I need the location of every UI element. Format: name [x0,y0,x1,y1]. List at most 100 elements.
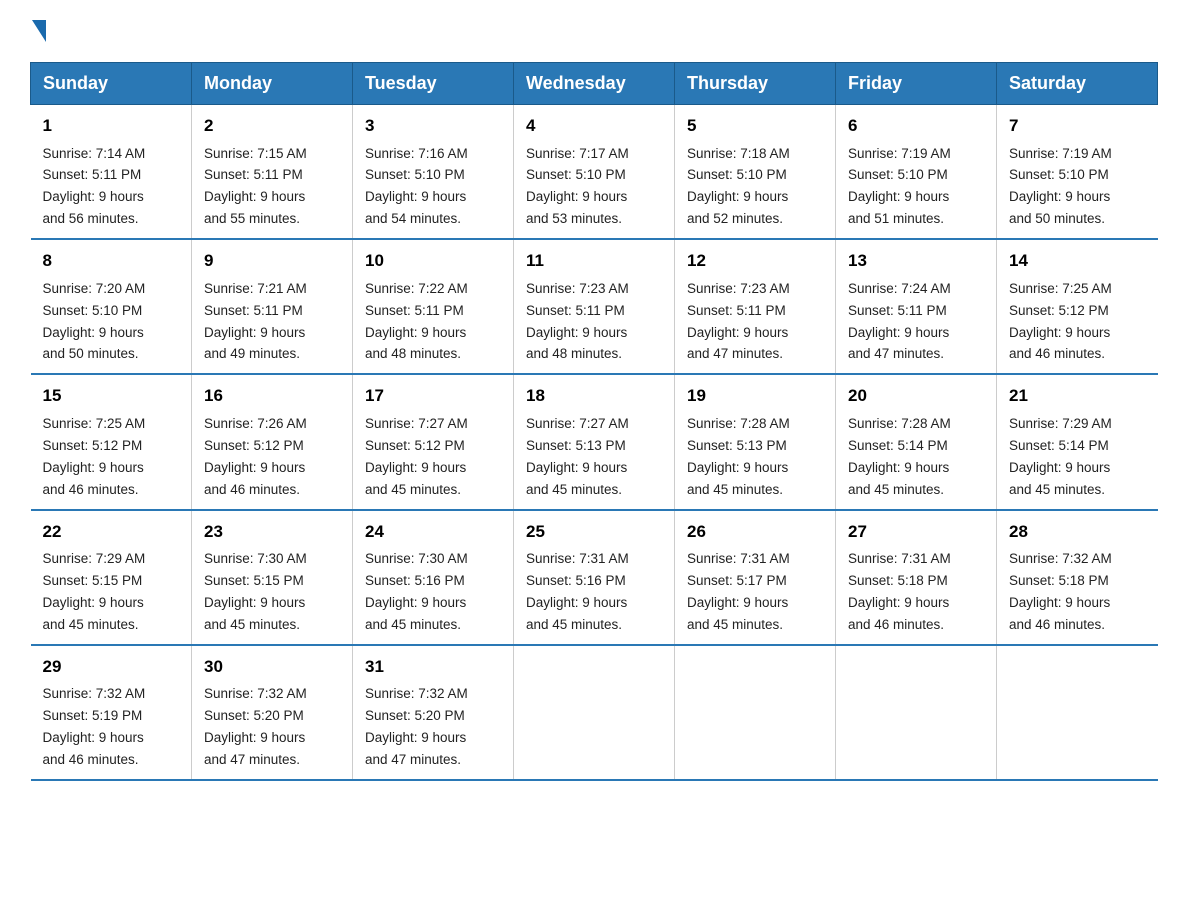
calendar-cell [836,645,997,780]
day-number: 17 [365,383,501,409]
day-info: Sunrise: 7:32 AMSunset: 5:20 PMDaylight:… [204,686,307,767]
calendar-cell: 16 Sunrise: 7:26 AMSunset: 5:12 PMDaylig… [192,374,353,509]
day-number: 26 [687,519,823,545]
day-info: Sunrise: 7:21 AMSunset: 5:11 PMDaylight:… [204,281,307,362]
day-number: 18 [526,383,662,409]
day-info: Sunrise: 7:18 AMSunset: 5:10 PMDaylight:… [687,146,790,227]
day-info: Sunrise: 7:14 AMSunset: 5:11 PMDaylight:… [43,146,146,227]
day-info: Sunrise: 7:32 AMSunset: 5:20 PMDaylight:… [365,686,468,767]
calendar-cell: 10 Sunrise: 7:22 AMSunset: 5:11 PMDaylig… [353,239,514,374]
calendar-cell: 4 Sunrise: 7:17 AMSunset: 5:10 PMDayligh… [514,105,675,240]
day-info: Sunrise: 7:32 AMSunset: 5:18 PMDaylight:… [1009,551,1112,632]
calendar-cell: 9 Sunrise: 7:21 AMSunset: 5:11 PMDayligh… [192,239,353,374]
calendar-cell: 8 Sunrise: 7:20 AMSunset: 5:10 PMDayligh… [31,239,192,374]
calendar-cell: 27 Sunrise: 7:31 AMSunset: 5:18 PMDaylig… [836,510,997,645]
day-info: Sunrise: 7:30 AMSunset: 5:15 PMDaylight:… [204,551,307,632]
day-info: Sunrise: 7:31 AMSunset: 5:16 PMDaylight:… [526,551,629,632]
day-number: 1 [43,113,180,139]
day-number: 8 [43,248,180,274]
day-number: 10 [365,248,501,274]
day-number: 5 [687,113,823,139]
day-info: Sunrise: 7:31 AMSunset: 5:18 PMDaylight:… [848,551,951,632]
day-number: 11 [526,248,662,274]
day-number: 30 [204,654,340,680]
calendar-week-row: 8 Sunrise: 7:20 AMSunset: 5:10 PMDayligh… [31,239,1158,374]
col-thursday: Thursday [675,63,836,105]
day-number: 22 [43,519,180,545]
calendar-cell: 1 Sunrise: 7:14 AMSunset: 5:11 PMDayligh… [31,105,192,240]
col-tuesday: Tuesday [353,63,514,105]
calendar-cell [997,645,1158,780]
calendar-cell: 22 Sunrise: 7:29 AMSunset: 5:15 PMDaylig… [31,510,192,645]
col-wednesday: Wednesday [514,63,675,105]
calendar-week-row: 22 Sunrise: 7:29 AMSunset: 5:15 PMDaylig… [31,510,1158,645]
day-number: 29 [43,654,180,680]
calendar-table: Sunday Monday Tuesday Wednesday Thursday… [30,62,1158,781]
calendar-cell: 2 Sunrise: 7:15 AMSunset: 5:11 PMDayligh… [192,105,353,240]
calendar-cell: 18 Sunrise: 7:27 AMSunset: 5:13 PMDaylig… [514,374,675,509]
day-info: Sunrise: 7:30 AMSunset: 5:16 PMDaylight:… [365,551,468,632]
day-info: Sunrise: 7:22 AMSunset: 5:11 PMDaylight:… [365,281,468,362]
calendar-cell: 30 Sunrise: 7:32 AMSunset: 5:20 PMDaylig… [192,645,353,780]
day-number: 7 [1009,113,1146,139]
day-info: Sunrise: 7:15 AMSunset: 5:11 PMDaylight:… [204,146,307,227]
calendar-cell: 5 Sunrise: 7:18 AMSunset: 5:10 PMDayligh… [675,105,836,240]
day-info: Sunrise: 7:29 AMSunset: 5:14 PMDaylight:… [1009,416,1112,497]
day-info: Sunrise: 7:24 AMSunset: 5:11 PMDaylight:… [848,281,951,362]
calendar-week-row: 1 Sunrise: 7:14 AMSunset: 5:11 PMDayligh… [31,105,1158,240]
day-number: 14 [1009,248,1146,274]
calendar-cell: 28 Sunrise: 7:32 AMSunset: 5:18 PMDaylig… [997,510,1158,645]
day-info: Sunrise: 7:32 AMSunset: 5:19 PMDaylight:… [43,686,146,767]
col-monday: Monday [192,63,353,105]
calendar-week-row: 15 Sunrise: 7:25 AMSunset: 5:12 PMDaylig… [31,374,1158,509]
day-number: 28 [1009,519,1146,545]
calendar-cell: 19 Sunrise: 7:28 AMSunset: 5:13 PMDaylig… [675,374,836,509]
calendar-cell: 13 Sunrise: 7:24 AMSunset: 5:11 PMDaylig… [836,239,997,374]
day-number: 2 [204,113,340,139]
calendar-week-row: 29 Sunrise: 7:32 AMSunset: 5:19 PMDaylig… [31,645,1158,780]
day-number: 6 [848,113,984,139]
day-info: Sunrise: 7:25 AMSunset: 5:12 PMDaylight:… [1009,281,1112,362]
calendar-cell: 29 Sunrise: 7:32 AMSunset: 5:19 PMDaylig… [31,645,192,780]
day-info: Sunrise: 7:31 AMSunset: 5:17 PMDaylight:… [687,551,790,632]
day-info: Sunrise: 7:26 AMSunset: 5:12 PMDaylight:… [204,416,307,497]
calendar-cell [675,645,836,780]
calendar-header-row: Sunday Monday Tuesday Wednesday Thursday… [31,63,1158,105]
day-info: Sunrise: 7:27 AMSunset: 5:12 PMDaylight:… [365,416,468,497]
day-info: Sunrise: 7:20 AMSunset: 5:10 PMDaylight:… [43,281,146,362]
day-number: 31 [365,654,501,680]
day-info: Sunrise: 7:19 AMSunset: 5:10 PMDaylight:… [1009,146,1112,227]
calendar-cell: 24 Sunrise: 7:30 AMSunset: 5:16 PMDaylig… [353,510,514,645]
day-number: 9 [204,248,340,274]
logo-triangle-icon [32,20,46,42]
day-info: Sunrise: 7:23 AMSunset: 5:11 PMDaylight:… [687,281,790,362]
day-number: 20 [848,383,984,409]
col-friday: Friday [836,63,997,105]
calendar-cell: 31 Sunrise: 7:32 AMSunset: 5:20 PMDaylig… [353,645,514,780]
calendar-cell: 17 Sunrise: 7:27 AMSunset: 5:12 PMDaylig… [353,374,514,509]
calendar-cell: 14 Sunrise: 7:25 AMSunset: 5:12 PMDaylig… [997,239,1158,374]
calendar-cell: 20 Sunrise: 7:28 AMSunset: 5:14 PMDaylig… [836,374,997,509]
day-info: Sunrise: 7:28 AMSunset: 5:14 PMDaylight:… [848,416,951,497]
day-number: 3 [365,113,501,139]
calendar-cell: 15 Sunrise: 7:25 AMSunset: 5:12 PMDaylig… [31,374,192,509]
day-info: Sunrise: 7:16 AMSunset: 5:10 PMDaylight:… [365,146,468,227]
calendar-cell: 3 Sunrise: 7:16 AMSunset: 5:10 PMDayligh… [353,105,514,240]
day-info: Sunrise: 7:25 AMSunset: 5:12 PMDaylight:… [43,416,146,497]
day-number: 16 [204,383,340,409]
calendar-cell [514,645,675,780]
day-number: 25 [526,519,662,545]
calendar-cell: 23 Sunrise: 7:30 AMSunset: 5:15 PMDaylig… [192,510,353,645]
col-saturday: Saturday [997,63,1158,105]
day-number: 24 [365,519,501,545]
calendar-cell: 25 Sunrise: 7:31 AMSunset: 5:16 PMDaylig… [514,510,675,645]
calendar-cell: 12 Sunrise: 7:23 AMSunset: 5:11 PMDaylig… [675,239,836,374]
page-header [30,20,1158,42]
day-number: 12 [687,248,823,274]
calendar-cell: 21 Sunrise: 7:29 AMSunset: 5:14 PMDaylig… [997,374,1158,509]
day-number: 15 [43,383,180,409]
logo [30,20,48,42]
day-info: Sunrise: 7:28 AMSunset: 5:13 PMDaylight:… [687,416,790,497]
day-number: 27 [848,519,984,545]
col-sunday: Sunday [31,63,192,105]
